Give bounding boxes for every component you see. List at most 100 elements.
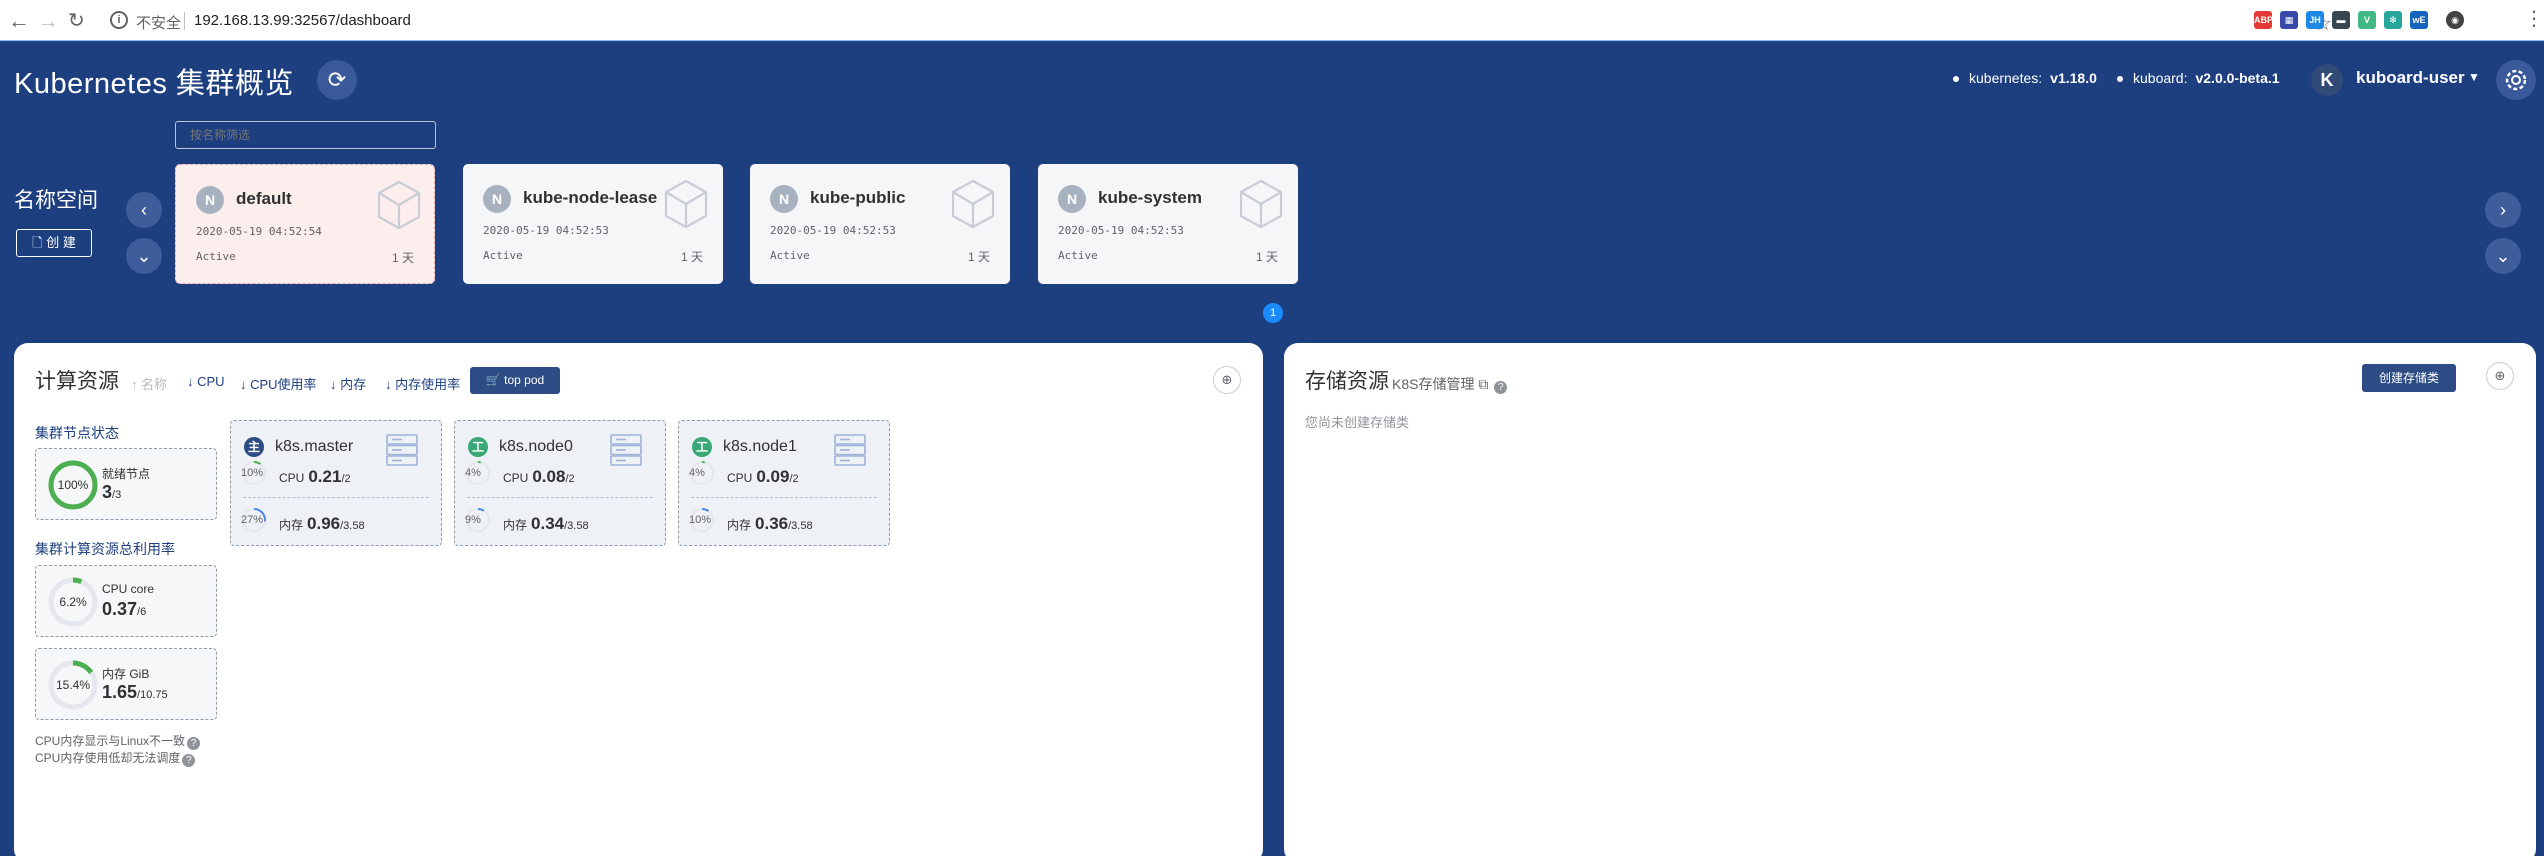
chevron-down-icon: ⌄	[2495, 246, 2511, 266]
back-icon[interactable]: ←	[8, 8, 30, 34]
sort-by-memory-usage[interactable]: ↓ 内存使用率	[385, 374, 460, 393]
abp-icon[interactable]: ABP	[2254, 11, 2273, 29]
terminal-icon[interactable]: ▬	[2332, 11, 2350, 29]
namespace-status: Active	[196, 250, 236, 263]
memory-stat: 15.4% 内存 GiB 1.65/10.75	[35, 648, 217, 720]
namespace-status: Active	[1058, 249, 1098, 262]
vue-icon[interactable]: V	[2358, 11, 2376, 29]
page-load-bar	[0, 40, 2544, 42]
node-memory-percent: 10%	[689, 514, 712, 526]
compute-zoom-button[interactable]: ⊕	[1213, 366, 1241, 394]
cube-icon	[664, 179, 708, 229]
namespace-card[interactable]: Nkube-public 2020-05-19 04:52:53 Active 1 天	[750, 164, 1010, 284]
info-icon[interactable]: i	[110, 11, 128, 29]
pagination-current[interactable]: 1	[1263, 303, 1283, 323]
node-memory-metric: 内存 0.34/3.58	[503, 514, 589, 533]
cube-icon	[951, 179, 995, 229]
top-pod-button[interactable]: 🛒 top pod	[470, 367, 560, 394]
bullet-icon	[1953, 76, 1959, 83]
namespace-name[interactable]: kube-system	[1098, 188, 1202, 208]
namespace-name[interactable]: kube-node-lease	[523, 188, 657, 208]
storage-empty-text: 您尚未创建存储类	[1305, 415, 1410, 430]
namespace-card[interactable]: Nkube-system 2020-05-19 04:52:53 Active 1 天	[1038, 164, 1298, 284]
node-cpu-metric: CPU 0.21/2	[279, 467, 351, 486]
node-name[interactable]: k8s.node0	[499, 438, 573, 456]
node-memory-metric: 内存 0.36/3.58	[727, 514, 813, 533]
ready-nodes-percent: 100%	[57, 478, 89, 492]
address-bar[interactable]: i 不安全 192.168.13.99:32567/dashboard ☆	[98, 4, 2332, 38]
chevron-down-icon: ⌄	[136, 246, 152, 266]
cpu-memory-note-link[interactable]: CPU内存显示与Linux不一致?	[35, 732, 201, 750]
ready-nodes-label: 就绪节点	[102, 467, 151, 481]
cpu-core-stat: 6.2% CPU core 0.37/6	[35, 565, 217, 637]
kuboard-version: kuboard: v2.0.0-beta.1	[2117, 70, 2280, 86]
node-divider	[691, 497, 877, 498]
namespace-created: 2020-05-19 04:52:53	[1058, 224, 1184, 237]
namespace-age: 1 天	[967, 250, 990, 264]
create-namespace-button[interactable]: 🗋 创 建	[16, 229, 92, 257]
namespace-badge: N	[1058, 185, 1086, 213]
create-storage-class-button[interactable]: 创建存储类	[2362, 364, 2456, 392]
namespace-status: Active	[483, 249, 523, 262]
browser-menu-icon[interactable]: ⋮	[2524, 6, 2544, 31]
reload-icon[interactable]: ↻	[68, 8, 85, 34]
storage-panel	[1284, 343, 2536, 856]
next-page-button[interactable]: ›	[2485, 192, 2521, 228]
refresh-button[interactable]: ⟳	[317, 60, 357, 100]
namespace-badge: N	[770, 185, 798, 213]
node-card[interactable]: 工 k8s.node1 4% CPU 0.09/2 10% 内存 0.36/3.58	[678, 420, 890, 546]
sort-by-memory[interactable]: ↓ 内存	[330, 374, 366, 393]
bullet-icon	[2117, 76, 2123, 83]
forward-icon[interactable]: →	[37, 8, 59, 34]
namespace-created: 2020-05-19 04:52:53	[770, 224, 896, 237]
avatar[interactable]: K	[2311, 64, 2343, 96]
node-cpu-metric: CPU 0.08/2	[503, 467, 575, 486]
namespace-name[interactable]: default	[236, 189, 292, 209]
cpu-core-percent: 6.2%	[59, 595, 87, 609]
question-icon: ?	[1494, 381, 1508, 394]
node-name[interactable]: k8s.master	[275, 438, 353, 456]
node-cpu-percent: 4%	[689, 467, 705, 479]
namespace-card[interactable]: Nkube-node-lease 2020-05-19 04:52:53 Activ…	[463, 164, 723, 284]
node-divider	[467, 497, 653, 498]
calendar-icon[interactable]: ▦	[2280, 11, 2298, 29]
expand-button[interactable]: ⌄	[126, 238, 162, 274]
url-text[interactable]: 192.168.13.99:32567/dashboard	[194, 12, 411, 29]
node-cpu-percent: 4%	[465, 467, 481, 479]
spark-icon[interactable]: ✻	[2384, 11, 2402, 29]
ready-nodes-value: 3/3	[102, 482, 122, 502]
node-name[interactable]: k8s.node1	[723, 438, 797, 456]
settings-button[interactable]	[2496, 60, 2536, 100]
expand-right-button[interactable]: ⌄	[2485, 238, 2521, 274]
profile-avatar-icon[interactable]: ◉	[2446, 11, 2464, 29]
node-card[interactable]: 主 k8s.master 10% CPU 0.21/2 27% 内存 0.96/3.58	[230, 420, 442, 546]
node-card[interactable]: 工 k8s.node0 4% CPU 0.08/2 9% 内存 0.34/3.58	[454, 420, 666, 546]
node-role-badge: 工	[468, 437, 488, 457]
k8s-storage-link[interactable]: K8S存储管理 ⧉ ?	[1392, 374, 1508, 394]
storage-zoom-button[interactable]: ⊕	[2486, 362, 2514, 390]
node-divider	[243, 497, 429, 498]
utilization-label: 集群计算资源总利用率	[35, 541, 175, 557]
caret-down-icon[interactable]: ▼	[2468, 70, 2480, 84]
node-memory-metric: 内存 0.96/3.58	[279, 514, 365, 533]
namespace-filter-input[interactable]	[175, 121, 436, 149]
namespace-name[interactable]: kube-public	[810, 188, 905, 208]
server-icon	[610, 434, 642, 466]
namespace-age: 1 天	[391, 251, 414, 265]
namespace-card[interactable]: Ndefault 2020-05-19 04:52:54 Active 1 天	[175, 164, 435, 284]
user-menu[interactable]: kuboard-user	[2356, 68, 2465, 88]
external-link-icon: ⧉	[1478, 376, 1489, 392]
scheduling-note-link[interactable]: CPU内存使用低却无法调度?	[35, 749, 196, 767]
kubernetes-version: kubernetes: v1.18.0	[1953, 70, 2097, 86]
sort-by-cpu[interactable]: ↓ CPU	[187, 374, 225, 389]
jh-icon[interactable]: JH	[2306, 11, 2324, 29]
sort-by-name[interactable]: ↑ 名称	[131, 374, 167, 393]
sort-by-cpu-usage[interactable]: ↓ CPU使用率	[240, 374, 317, 393]
compute-title: 计算资源	[35, 370, 119, 393]
wk-icon[interactable]: wE	[2410, 11, 2428, 29]
server-icon	[834, 434, 866, 466]
gear-icon	[2505, 69, 2527, 91]
namespace-section-label: 名称空间	[14, 189, 98, 212]
prev-page-button[interactable]: ‹	[126, 192, 162, 228]
node-status-label: 集群节点状态	[35, 425, 119, 441]
